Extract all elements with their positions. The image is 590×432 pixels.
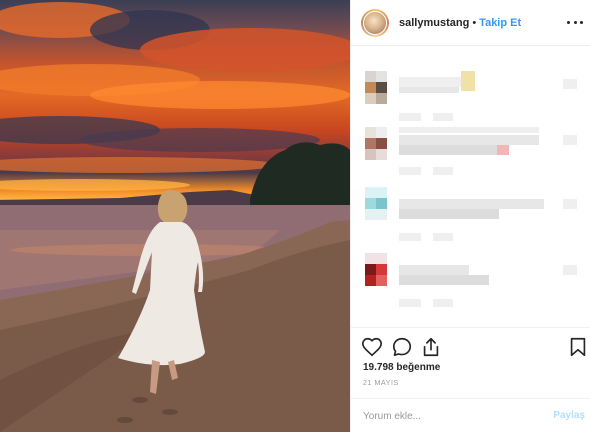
post-comment-button[interactable]: Paylaş <box>553 410 585 421</box>
post-actions <box>351 327 590 367</box>
comment-bubble-icon[interactable] <box>391 336 413 358</box>
post-sidebar: sallymustang • Takip Et 19.798 beğenme 2… <box>350 0 590 432</box>
avatar[interactable] <box>365 253 387 287</box>
avatar[interactable] <box>365 71 387 105</box>
username-link[interactable]: sallymustang <box>399 17 469 29</box>
post-header: sallymustang • Takip Et <box>351 0 590 46</box>
post-date[interactable]: 21 MAYIS <box>363 380 399 387</box>
sunset-beach-photo <box>0 2 350 432</box>
avatar[interactable] <box>361 8 389 37</box>
separator-dot: • <box>472 16 477 29</box>
comment-input[interactable] <box>363 408 533 424</box>
more-horizontal-icon[interactable] <box>567 14 583 30</box>
bookmark-icon[interactable] <box>567 336 589 358</box>
heart-icon[interactable] <box>361 336 383 358</box>
add-comment-bar: Paylaş <box>351 398 590 432</box>
avatar[interactable] <box>365 127 387 161</box>
post-photo[interactable] <box>0 0 350 432</box>
comments-list <box>351 47 590 327</box>
avatar-image <box>363 10 387 35</box>
avatar[interactable] <box>365 187 387 221</box>
follow-button[interactable]: Takip Et <box>479 17 521 29</box>
share-upload-icon[interactable] <box>420 336 442 358</box>
likes-count[interactable]: 19.798 beğenme <box>363 362 440 373</box>
